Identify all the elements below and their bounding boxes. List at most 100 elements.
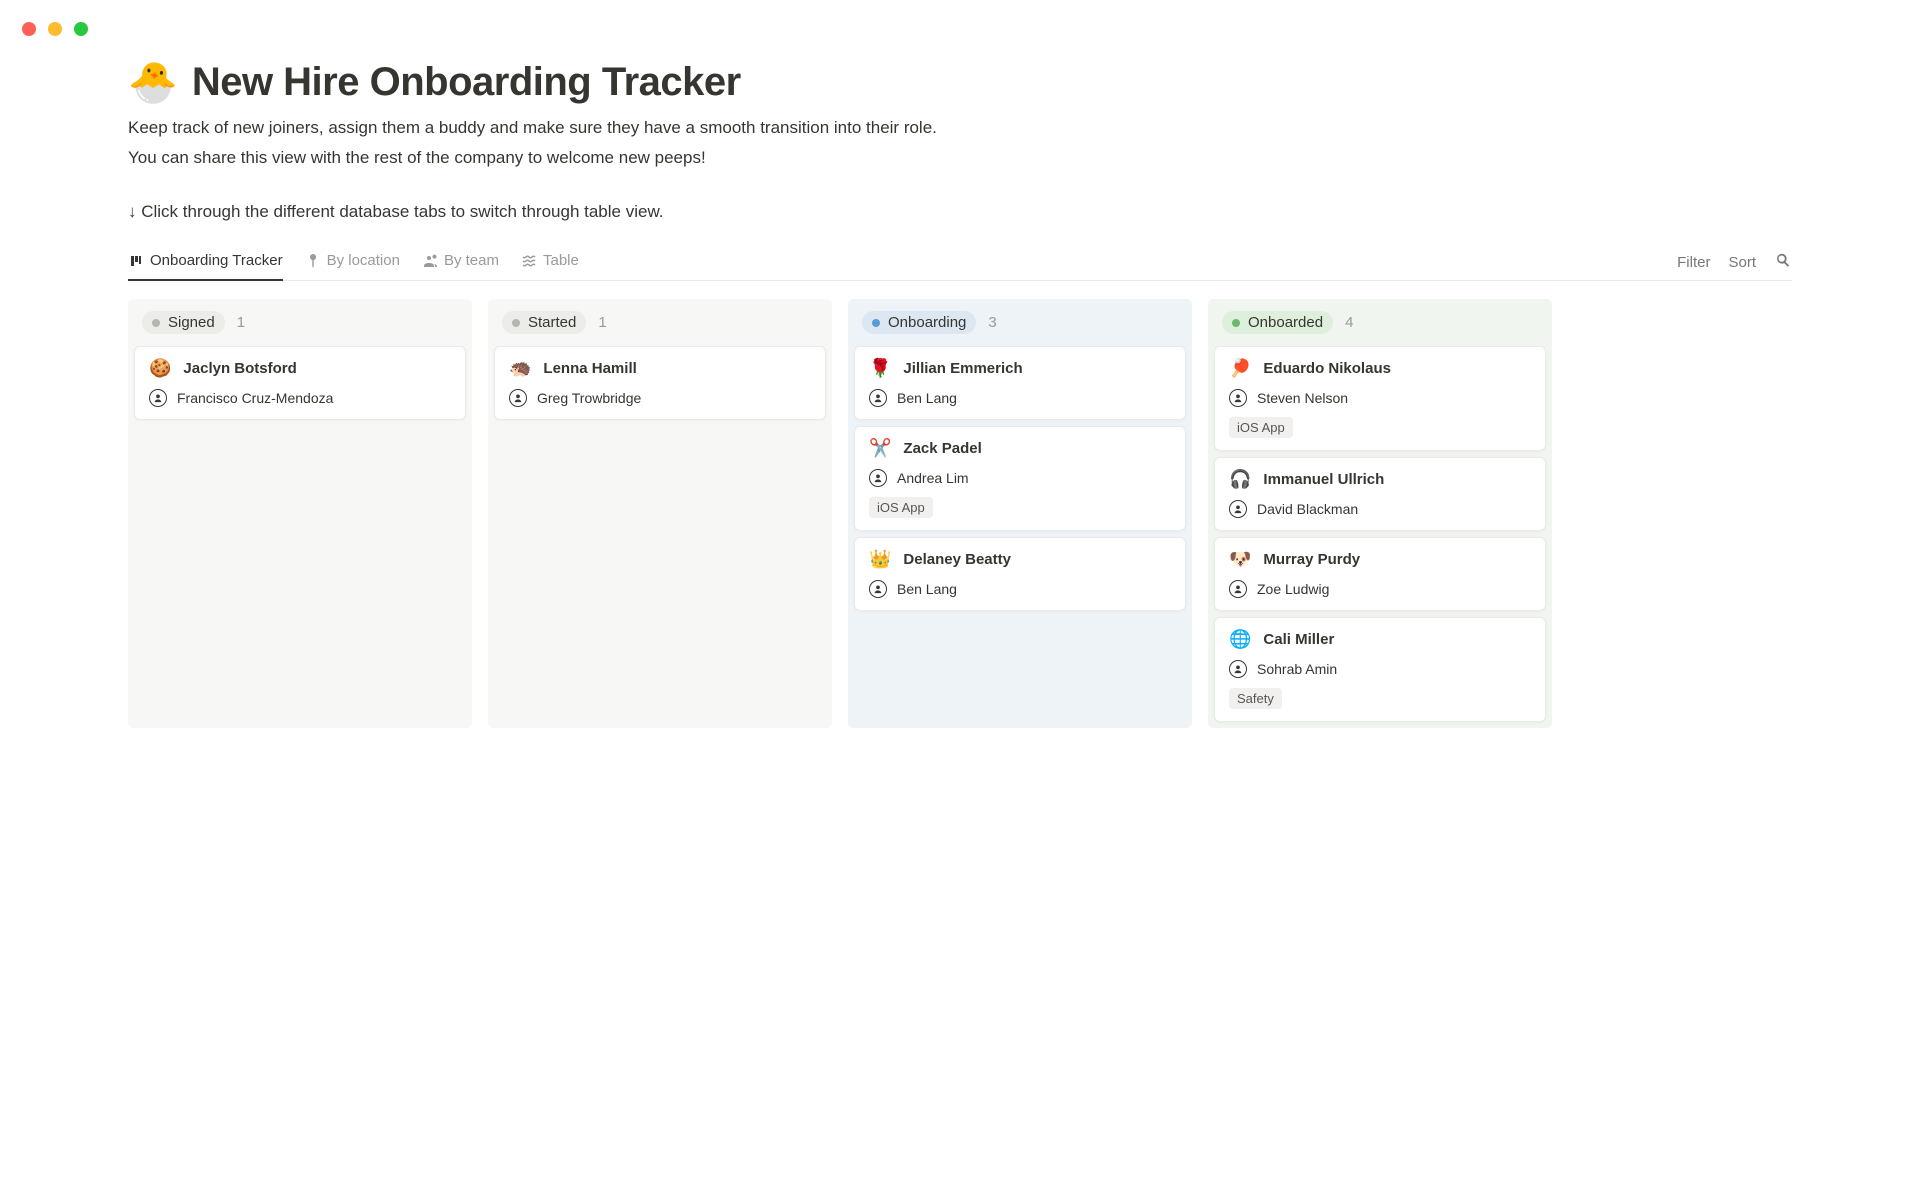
board-column-started: Started 1 🦔 Lenna Hamill Greg Trowbridge <box>488 299 832 728</box>
window-traffic-lights <box>0 0 1920 36</box>
column-count: 1 <box>237 314 245 331</box>
avatar-icon <box>149 389 167 407</box>
status-chip-onboarding[interactable]: Onboarding <box>862 311 976 334</box>
status-chip-started[interactable]: Started <box>502 311 586 334</box>
buddy-name: Sohrab Amin <box>1257 661 1337 677</box>
board-column-onboarded: Onboarded4🏓Eduardo NikolausSteven Nelson… <box>1208 299 1552 728</box>
board-card[interactable]: 🦔 Lenna Hamill Greg Trowbridge <box>494 346 826 420</box>
card-person-name: Lenna Hamill <box>543 360 636 377</box>
filter-button[interactable]: Filter <box>1677 254 1710 271</box>
tab-table[interactable]: Table <box>521 244 579 281</box>
page-description-line1[interactable]: Keep track of new joiners, assign them a… <box>128 115 1792 141</box>
status-dot-icon <box>152 319 160 327</box>
people-icon <box>422 253 438 269</box>
card-person-name: Immanuel Ullrich <box>1263 471 1384 488</box>
column-header[interactable]: Signed 1 <box>134 305 466 346</box>
status-chip-onboarded[interactable]: Onboarded <box>1222 311 1333 334</box>
card-tag: iOS App <box>869 497 933 518</box>
status-label: Onboarded <box>1248 314 1323 331</box>
card-emoji-icon: 🌹 <box>869 359 891 377</box>
page-title[interactable]: New Hire Onboarding Tracker <box>192 60 741 105</box>
card-buddy: Andrea Lim <box>869 469 1171 487</box>
minimize-window-icon[interactable] <box>48 22 62 36</box>
status-dot-icon <box>1232 319 1240 327</box>
page-emoji-icon[interactable]: 🐣 <box>128 63 178 103</box>
column-header[interactable]: Started 1 <box>494 305 826 346</box>
board-card[interactable]: 🌹 Jillian Emmerich Ben Lang <box>854 346 1186 420</box>
column-header[interactable]: Onboarded4 <box>1214 305 1546 346</box>
avatar-icon <box>869 469 887 487</box>
buddy-name: David Blackman <box>1257 501 1358 517</box>
card-buddy: David Blackman <box>1229 500 1531 518</box>
buddy-name: Ben Lang <box>897 390 957 406</box>
board-column-signed: Signed 1 🍪 Jaclyn Botsford Francisco Cruz-Me… <box>128 299 472 728</box>
buddy-name: Greg Trowbridge <box>537 390 641 406</box>
card-buddy: Greg Trowbridge <box>509 389 811 407</box>
avatar-icon <box>1229 580 1247 598</box>
card-emoji-icon: 🎧 <box>1229 470 1251 488</box>
card-buddy: Steven Nelson <box>1229 389 1531 407</box>
buddy-name: Steven Nelson <box>1257 390 1348 406</box>
card-emoji-icon: ✂️ <box>869 439 891 457</box>
card-buddy: Zoe Ludwig <box>1229 580 1531 598</box>
avatar-icon <box>1229 500 1247 518</box>
board-card[interactable]: 🐶 Murray Purdy Zoe Ludwig <box>1214 537 1546 611</box>
page-description-line2[interactable]: You can share this view with the rest of… <box>128 145 1792 171</box>
buddy-name: Zoe Ludwig <box>1257 581 1329 597</box>
status-chip-signed[interactable]: Signed <box>142 311 225 334</box>
card-emoji-icon: 🐶 <box>1229 550 1251 568</box>
buddy-name: Ben Lang <box>897 581 957 597</box>
card-person-name: Delaney Beatty <box>903 551 1011 568</box>
avatar-icon <box>1229 660 1247 678</box>
tab-label: Onboarding Tracker <box>150 252 283 269</box>
kanban-board: Signed 1 🍪 Jaclyn Botsford Francisco Cruz-Me… <box>128 281 1792 728</box>
card-person-name: Jaclyn Botsford <box>183 360 296 377</box>
card-emoji-icon: 🦔 <box>509 359 531 377</box>
avatar-icon <box>869 389 887 407</box>
board-card[interactable]: 🏓Eduardo NikolausSteven NelsoniOS App <box>1214 346 1546 451</box>
column-count: 3 <box>988 314 996 331</box>
tab-by-location[interactable]: By location <box>305 244 400 281</box>
tab-label: By location <box>327 252 400 269</box>
board-card[interactable]: 🍪 Jaclyn Botsford Francisco Cruz-Mendoza <box>134 346 466 420</box>
card-person-name: Eduardo Nikolaus <box>1263 360 1391 377</box>
board-view-icon <box>128 253 144 269</box>
board-card[interactable]: 🌐Cali MillerSohrab AminSafety <box>1214 617 1546 722</box>
column-count: 1 <box>598 314 606 331</box>
avatar-icon <box>509 389 527 407</box>
avatar-icon <box>869 580 887 598</box>
buddy-name: Andrea Lim <box>897 470 969 486</box>
close-window-icon[interactable] <box>22 22 36 36</box>
card-person-name: Zack Padel <box>903 440 981 457</box>
tab-label: Table <box>543 252 579 269</box>
status-dot-icon <box>512 319 520 327</box>
board-card[interactable]: 🎧 Immanuel Ullrich David Blackman <box>1214 457 1546 531</box>
maximize-window-icon[interactable] <box>74 22 88 36</box>
sort-button[interactable]: Sort <box>1728 254 1756 271</box>
status-dot-icon <box>872 319 880 327</box>
column-header[interactable]: Onboarding 3 <box>854 305 1186 346</box>
card-emoji-icon: 🌐 <box>1229 630 1251 648</box>
card-emoji-icon: 🍪 <box>149 359 171 377</box>
pin-icon <box>305 253 321 269</box>
card-buddy: Francisco Cruz-Mendoza <box>149 389 451 407</box>
board-card[interactable]: 👑 Delaney Beatty Ben Lang <box>854 537 1186 611</box>
search-icon[interactable] <box>1774 251 1792 273</box>
status-label: Started <box>528 314 576 331</box>
page-hint[interactable]: ↓ Click through the different database t… <box>128 202 1792 222</box>
status-label: Signed <box>168 314 215 331</box>
card-buddy: Sohrab Amin <box>1229 660 1531 678</box>
card-tag: iOS App <box>1229 417 1293 438</box>
tab-by-team[interactable]: By team <box>422 244 499 281</box>
avatar-icon <box>1229 389 1247 407</box>
database-tabs-row: Onboarding Tracker By location By team T… <box>128 244 1792 281</box>
board-card[interactable]: ✂️ Zack Padel Andrea Lim iOS App <box>854 426 1186 531</box>
card-person-name: Jillian Emmerich <box>903 360 1022 377</box>
tab-label: By team <box>444 252 499 269</box>
tab-onboarding-tracker[interactable]: Onboarding Tracker <box>128 244 283 281</box>
card-buddy: Ben Lang <box>869 389 1171 407</box>
table-icon <box>521 253 537 269</box>
card-emoji-icon: 👑 <box>869 550 891 568</box>
card-person-name: Murray Purdy <box>1263 551 1360 568</box>
card-buddy: Ben Lang <box>869 580 1171 598</box>
